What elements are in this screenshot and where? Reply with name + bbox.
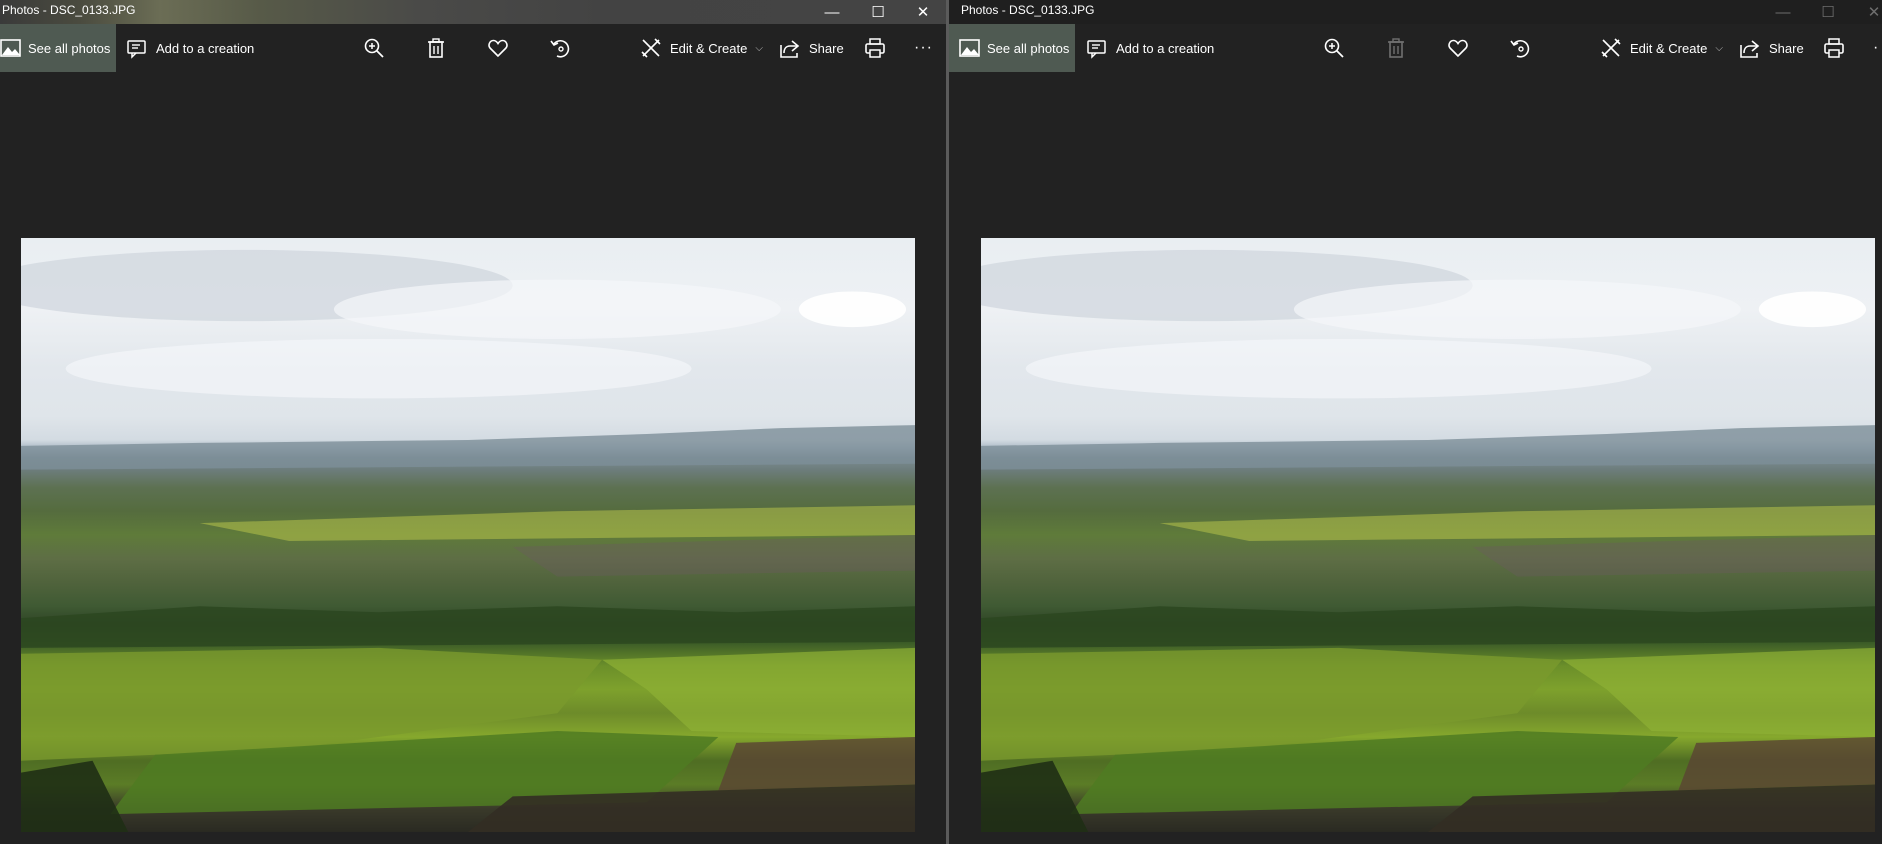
share-label: Share — [809, 40, 844, 56]
delete-icon — [1385, 37, 1407, 59]
edit-create-label: Edit & Create — [1630, 40, 1708, 56]
print-icon — [1823, 37, 1845, 59]
rotate-button[interactable] — [549, 24, 571, 72]
edit-create-button[interactable]: Edit & Create ⌵ — [640, 24, 763, 72]
zoom-in-icon — [1323, 37, 1345, 59]
see-all-photos-label: See all photos — [28, 40, 111, 56]
print-button[interactable] — [1823, 24, 1845, 72]
share-label: Share — [1769, 40, 1804, 56]
share-button[interactable]: Share — [779, 24, 844, 72]
zoom-in-icon — [363, 37, 385, 59]
share-button[interactable]: Share — [1739, 24, 1804, 72]
title-bar[interactable]: Photos - DSC_0133.JPG — ☐ ✕ — [949, 0, 1882, 24]
chevron-down-icon: ⌵ — [755, 42, 763, 54]
photos-window-right: Photos - DSC_0133.JPG — ☐ ✕ See all phot… — [949, 0, 1882, 844]
add-to-creation-icon — [1086, 37, 1108, 59]
delete-button[interactable] — [425, 24, 447, 72]
chevron-down-icon: ⌵ — [1715, 42, 1723, 54]
title-bar[interactable]: Photos - DSC_0133.JPG — ☐ ✕ — [0, 0, 946, 24]
photo-viewer-image[interactable] — [21, 238, 915, 832]
favorite-button[interactable] — [487, 24, 509, 72]
delete-button[interactable] — [1385, 24, 1407, 72]
more-options-button[interactable]: ··· — [914, 24, 933, 72]
edit-create-icon — [640, 37, 662, 59]
add-to-creation-label: Add to a creation — [156, 40, 255, 56]
add-to-creation-label: Add to a creation — [1116, 40, 1215, 56]
toolbar: See all photos Add to a creation Edit & … — [949, 24, 1882, 72]
rotate-button[interactable] — [1509, 24, 1531, 72]
see-all-photos-button[interactable]: See all photos — [949, 24, 1075, 72]
favorite-heart-icon — [1447, 37, 1469, 59]
share-icon — [779, 37, 801, 59]
landscape-photo — [981, 249, 1875, 832]
window-title: Photos - DSC_0133.JPG — [961, 3, 1095, 17]
photos-icon — [959, 37, 981, 59]
edit-create-label: Edit & Create — [670, 40, 748, 56]
landscape-photo — [21, 249, 915, 832]
more-icon: · — [1873, 39, 1879, 56]
photos-icon — [0, 37, 22, 59]
add-to-creation-icon — [126, 37, 148, 59]
see-all-photos-button[interactable]: See all photos — [0, 24, 116, 72]
rotate-icon — [549, 37, 571, 59]
delete-icon — [425, 37, 447, 59]
edit-create-icon — [1600, 37, 1622, 59]
close-button[interactable]: ✕ — [900, 0, 946, 24]
see-all-photos-label: See all photos — [987, 40, 1070, 56]
add-to-creation-button[interactable]: Add to a creation — [1086, 24, 1214, 72]
photo-viewer-image[interactable] — [981, 238, 1875, 832]
minimize-button[interactable]: — — [809, 0, 855, 24]
add-to-creation-button[interactable]: Add to a creation — [126, 24, 254, 72]
rotate-icon — [1509, 37, 1531, 59]
more-options-button[interactable]: · — [1873, 24, 1878, 72]
zoom-button[interactable] — [363, 24, 385, 72]
print-icon — [864, 37, 886, 59]
photos-window-left: Photos - DSC_0133.JPG — ☐ ✕ See all phot… — [0, 0, 946, 844]
toolbar: See all photos Add to a creation Edit & … — [0, 24, 946, 72]
print-button[interactable] — [864, 24, 886, 72]
window-title: Photos - DSC_0133.JPG — [2, 3, 136, 17]
maximize-button[interactable]: ☐ — [1805, 0, 1851, 24]
share-icon — [1739, 37, 1761, 59]
favorite-button[interactable] — [1447, 24, 1469, 72]
favorite-heart-icon — [487, 37, 509, 59]
minimize-button[interactable]: — — [1760, 0, 1806, 24]
zoom-button[interactable] — [1323, 24, 1345, 72]
maximize-button[interactable]: ☐ — [855, 0, 901, 24]
more-icon: ··· — [914, 39, 933, 56]
edit-create-button[interactable]: Edit & Create ⌵ — [1600, 24, 1723, 72]
close-button[interactable]: ✕ — [1851, 0, 1882, 24]
